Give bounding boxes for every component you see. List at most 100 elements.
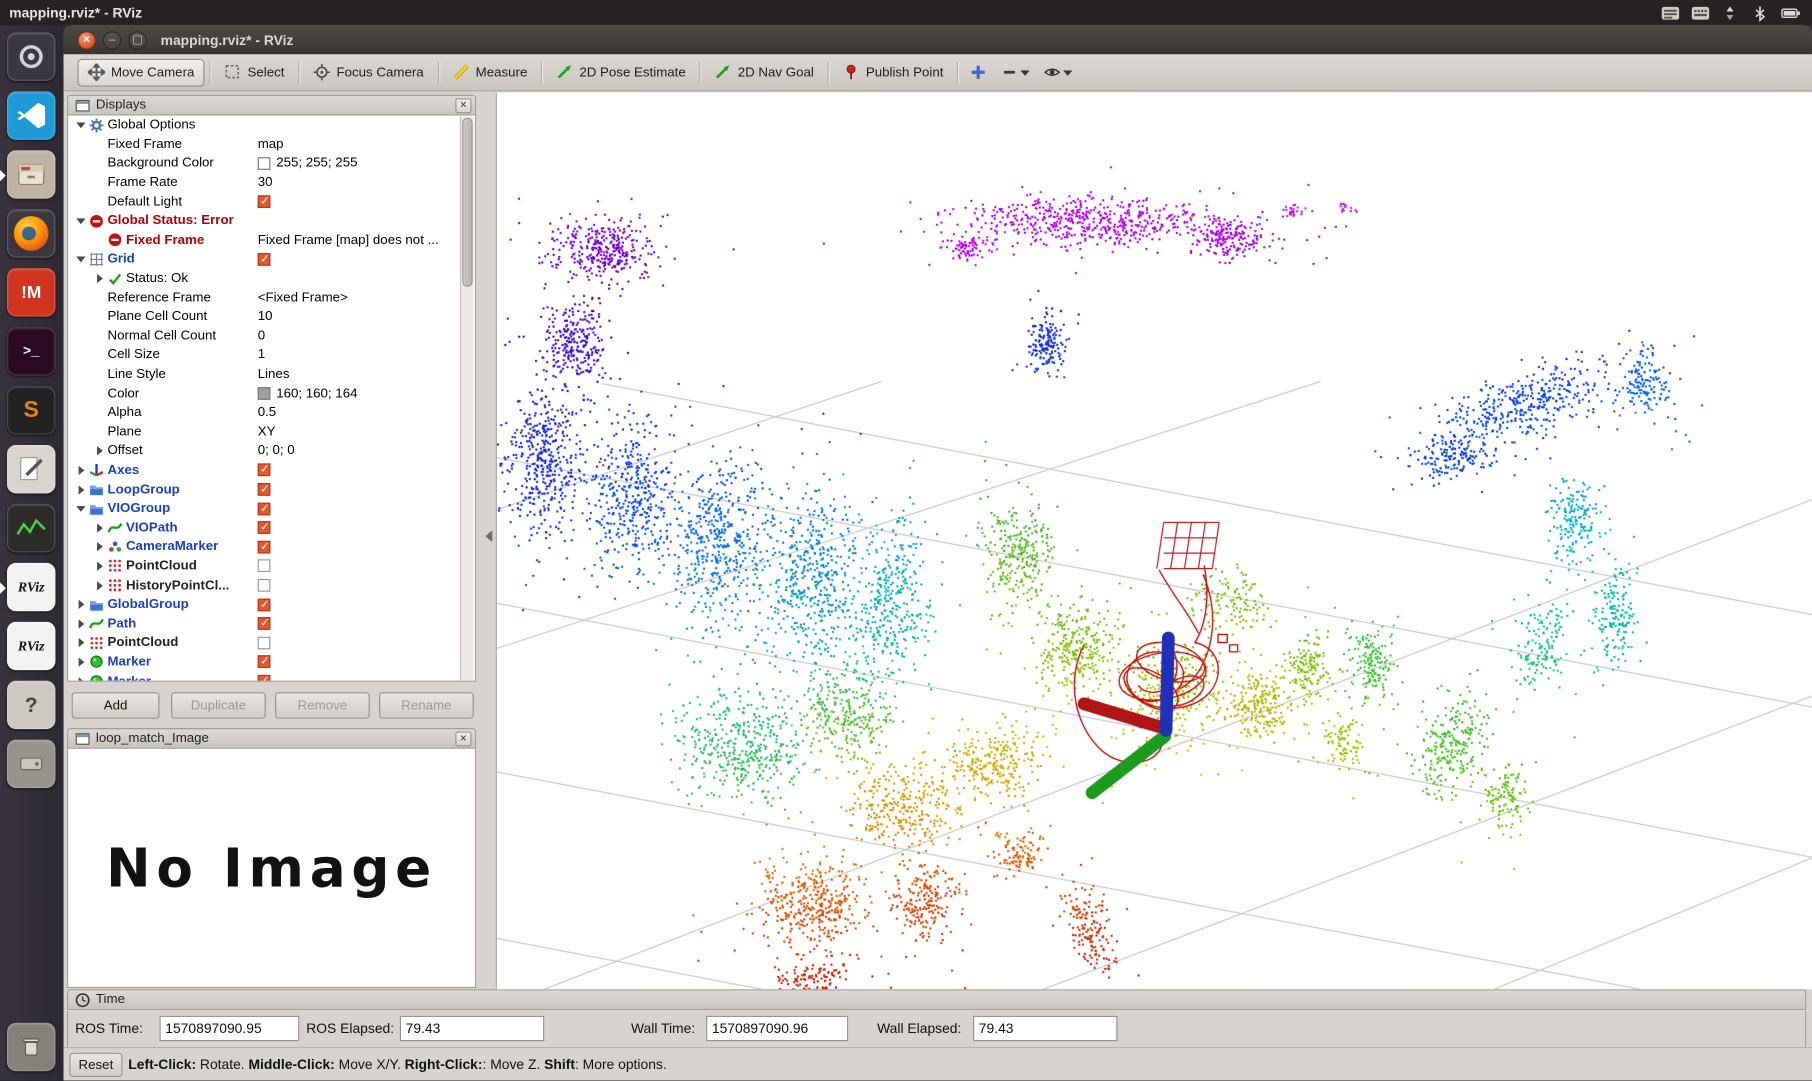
tree-row-cameramarker[interactable]: CameraMarker xyxy=(68,537,475,556)
value-text[interactable]: 30 xyxy=(258,176,273,190)
display-checkbox[interactable] xyxy=(257,483,271,496)
expander-icon[interactable] xyxy=(94,560,108,572)
tree-row-fixed-frame[interactable]: Fixed Frame map xyxy=(68,135,475,154)
tree-row-marker[interactable]: Marker xyxy=(68,672,475,681)
display-checkbox[interactable] xyxy=(257,655,271,669)
expander-icon[interactable] xyxy=(75,675,89,681)
value-text[interactable]: 255; 255; 255 xyxy=(276,157,357,171)
launcher-trash[interactable] xyxy=(6,1022,56,1072)
display-checkbox[interactable] xyxy=(257,636,271,650)
expander-icon[interactable] xyxy=(75,119,89,131)
tree-row-offset[interactable]: Offset 0; 0; 0 xyxy=(68,442,475,461)
wall-time-input[interactable] xyxy=(706,1015,849,1042)
display-checkbox[interactable] xyxy=(257,579,271,592)
expander-icon[interactable] xyxy=(94,541,108,553)
remove-button[interactable]: Remove xyxy=(275,692,370,719)
display-checkbox[interactable] xyxy=(257,195,271,209)
expander-icon[interactable] xyxy=(75,618,89,630)
tree-row-cell-size[interactable]: Cell Size 1 xyxy=(68,346,475,365)
tool-2d-pose-estimate[interactable]: 2D Pose Estimate xyxy=(547,58,695,86)
launcher-red-app[interactable]: !M xyxy=(6,268,56,317)
tool-focus-camera[interactable]: Focus Camera xyxy=(304,58,433,86)
launcher-firefox[interactable] xyxy=(6,209,56,258)
value-text[interactable]: 1 xyxy=(258,348,265,362)
tree-row-pointcloud[interactable]: PointCloud xyxy=(68,633,475,652)
expander-icon[interactable] xyxy=(75,484,89,496)
tree-row-alpha[interactable]: Alpha 0.5 xyxy=(68,403,475,422)
displays-scrollbar[interactable] xyxy=(459,116,474,681)
tree-row-viogroup[interactable]: VIOGroup xyxy=(68,499,475,518)
tree-row-background-color[interactable]: Background Color 255; 255; 255 xyxy=(68,154,475,173)
color-swatch[interactable] xyxy=(257,157,271,170)
tool-minus-button[interactable] xyxy=(994,58,1037,86)
keyboard-indicator-icon[interactable] xyxy=(1691,4,1711,21)
tree-row-grid[interactable]: Grid xyxy=(68,250,475,269)
value-text[interactable]: 0; 0; 0 xyxy=(258,444,295,458)
add-button[interactable]: Add xyxy=(71,692,160,719)
value-text[interactable]: Fixed Frame [map] does not ... xyxy=(258,233,439,247)
value-text[interactable]: 160; 160; 164 xyxy=(276,387,357,401)
wall-elapsed-input[interactable] xyxy=(973,1015,1118,1042)
system-tray[interactable] xyxy=(1661,0,1801,25)
expander-icon[interactable] xyxy=(75,656,89,668)
panel-box-icon[interactable] xyxy=(1661,4,1681,21)
splitter-collapse-icon[interactable] xyxy=(485,530,493,542)
display-checkbox[interactable] xyxy=(257,674,271,681)
expander-icon[interactable] xyxy=(75,215,89,227)
displays-panel-close-icon[interactable]: × xyxy=(455,98,472,114)
window-minimize-button[interactable]: – xyxy=(102,30,122,50)
launcher-rviz-2[interactable]: RViz xyxy=(6,621,56,671)
3d-viewport[interactable] xyxy=(496,92,1812,990)
updown-arrows-icon[interactable] xyxy=(1721,4,1741,21)
display-checkbox[interactable] xyxy=(257,463,271,477)
tree-row-frame-rate[interactable]: Frame Rate 30 xyxy=(68,173,475,192)
tool-measure[interactable]: Measure xyxy=(443,58,536,86)
window-close-button[interactable]: × xyxy=(77,30,96,50)
tool-eye-button[interactable] xyxy=(1037,58,1080,86)
display-checkbox[interactable] xyxy=(257,253,271,266)
expander-icon[interactable] xyxy=(94,445,108,457)
expander-icon[interactable] xyxy=(75,503,89,515)
reset-button[interactable]: Reset xyxy=(69,1052,123,1078)
tool-publish-point[interactable]: Publish Point xyxy=(833,58,952,86)
tree-row-path[interactable]: Path xyxy=(68,614,475,633)
tree-row-reference-frame[interactable]: Reference Frame <Fixed Frame> xyxy=(68,288,475,307)
tool-2d-nav-goal[interactable]: 2D Nav Goal xyxy=(705,58,823,86)
duplicate-button[interactable]: Duplicate xyxy=(171,692,266,719)
tree-row-color[interactable]: Color 160; 160; 164 xyxy=(68,384,475,403)
display-checkbox[interactable] xyxy=(257,559,271,573)
tree-row-global-status-error[interactable]: Global Status: Error xyxy=(68,211,475,230)
value-text[interactable]: map xyxy=(258,137,284,151)
expander-icon[interactable] xyxy=(75,599,89,611)
tree-row-plane[interactable]: Plane XY xyxy=(68,422,475,441)
launcher-sublime-text[interactable]: S xyxy=(6,385,56,435)
launcher-file-manager[interactable] xyxy=(0,150,56,199)
value-text[interactable]: 0 xyxy=(258,329,265,343)
display-checkbox[interactable] xyxy=(257,521,271,535)
tree-row-loopgroup[interactable]: LoopGroup xyxy=(68,480,475,499)
ros-elapsed-input[interactable] xyxy=(399,1015,545,1042)
value-text[interactable]: 10 xyxy=(258,310,273,324)
tree-row-fixed-frame[interactable]: Fixed Frame Fixed Frame [map] does not ..… xyxy=(68,231,475,250)
bluetooth-icon[interactable] xyxy=(1751,4,1771,22)
tree-row-marker[interactable]: Marker xyxy=(68,652,475,671)
value-text[interactable]: 0.5 xyxy=(258,406,276,420)
image-panel-header[interactable]: loop_match_Image × xyxy=(67,728,477,749)
time-panel-header[interactable]: Time xyxy=(67,989,1807,1011)
color-swatch[interactable] xyxy=(257,387,271,400)
tree-row-axes[interactable]: Axes xyxy=(68,461,475,480)
image-panel-close-icon[interactable]: × xyxy=(455,731,472,747)
tool-select[interactable]: Select xyxy=(215,58,294,86)
tool-plus-button[interactable] xyxy=(963,58,994,86)
display-checkbox[interactable] xyxy=(257,540,271,554)
launcher-text-editor[interactable] xyxy=(6,444,56,494)
expander-icon[interactable] xyxy=(75,465,89,477)
value-text[interactable]: Lines xyxy=(258,368,290,382)
expander-icon[interactable] xyxy=(94,273,108,285)
rename-button[interactable]: Rename xyxy=(379,692,474,719)
display-checkbox[interactable] xyxy=(257,502,271,516)
launcher-rviz[interactable]: RViz xyxy=(0,562,56,612)
tree-row-viopath[interactable]: VIOPath xyxy=(68,518,475,537)
tree-row-globalgroup[interactable]: GlobalGroup xyxy=(68,595,475,614)
window-maximize-button[interactable]: ▢ xyxy=(128,30,147,50)
